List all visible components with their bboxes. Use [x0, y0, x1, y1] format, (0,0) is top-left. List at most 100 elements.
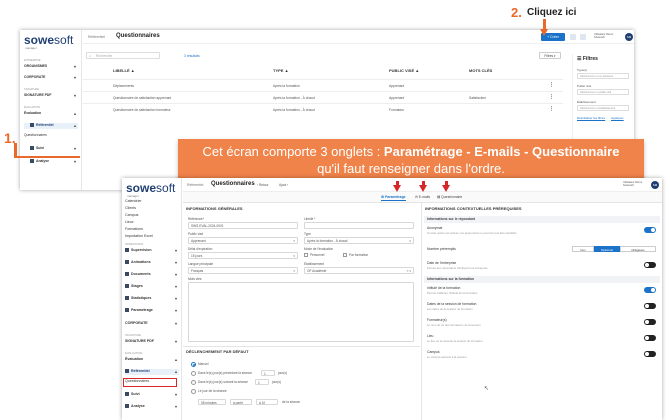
trigger-before-radio[interactable] — [191, 371, 196, 376]
sidebar-item-analyse[interactable]: Analyse ▾ — [125, 404, 179, 409]
sidebar-item-suivi[interactable]: Suivi ▾ — [24, 146, 78, 151]
chevron-down-icon: ▾ — [174, 321, 177, 326]
sidebar-item-evaluation[interactable]: Évaluation ▴ — [125, 357, 179, 362]
avatar[interactable]: SM — [651, 181, 659, 189]
public-select[interactable]: Apprenant ▾ — [188, 237, 298, 244]
tab-parametrage[interactable]: ⚙ Paramétrage — [381, 195, 406, 201]
formateur-toggle[interactable] — [644, 319, 656, 325]
anonymat-label: Anonymat — [427, 226, 443, 230]
table-row[interactable]: Déplacements Après la formation Apprenan… — [83, 79, 563, 91]
sidebar-item-supervision[interactable]: Supervision ▾ — [125, 248, 179, 253]
sidebar-item-signature[interactable]: SIGNATURE PDF ▾ — [24, 93, 78, 98]
filter-type-select[interactable]: Sélectionnez un ou plusieurs — [577, 73, 629, 79]
anonymat-toggle[interactable] — [644, 227, 656, 233]
segment-non[interactable]: Non — [572, 246, 594, 252]
sidebar-item-campus[interactable]: Campus — [125, 213, 179, 217]
sidebar-item-statistiques[interactable]: Statistiques ▾ — [125, 296, 179, 301]
avatar[interactable]: SM — [625, 33, 633, 41]
sidebar-item-suivi[interactable]: Suivi ▾ — [125, 392, 179, 397]
sidebar-section: Évaluation — [125, 351, 143, 355]
segment-optionnel[interactable]: Optionnel — [594, 246, 620, 252]
sidebar-item-parametrage[interactable]: Paramétrage ▾ — [125, 308, 179, 313]
bell-icon[interactable] — [580, 34, 586, 40]
time-start-select[interactable]: 08 minutes — [198, 399, 226, 405]
tab-questionnaire[interactable]: ▤ Questionnaire — [437, 195, 462, 199]
dates-toggle[interactable] — [644, 303, 656, 309]
row-label: Questionnaire de satisfaction formateur — [113, 108, 171, 112]
trigger-after-radio[interactable] — [191, 380, 196, 385]
search-input[interactable]: ⌕ Rechercher — [86, 52, 160, 59]
column-header-type[interactable]: TYPE ▲ — [273, 68, 289, 73]
app-logo[interactable]: sowesoft — [126, 181, 175, 195]
arrow-down-icon — [442, 185, 450, 192]
delai-select[interactable]: 15 jours ▾ — [188, 252, 298, 259]
filters-button[interactable]: Filtres ▾ — [539, 52, 561, 59]
sidebar-item-stages[interactable]: Stages ▾ — [125, 284, 179, 289]
sidebar-item-lieux[interactable]: Lieux — [125, 220, 179, 224]
sidebar-item-formations[interactable]: Formations — [125, 227, 179, 231]
breadcrumb[interactable]: Référentiel — [187, 183, 203, 187]
sidebar-item-clients[interactable]: Clients — [125, 206, 179, 210]
time-end-select[interactable]: à 10 — [256, 399, 278, 405]
sidebar-item-documents[interactable]: Documents ▾ — [125, 272, 179, 277]
reference-input[interactable]: SWS-EVAL-2024-0001 — [188, 222, 298, 229]
date-toggle[interactable] — [644, 262, 656, 268]
segment-obligatoire[interactable]: Obligatoire — [620, 246, 656, 252]
langue-select[interactable]: Français ▾ — [188, 267, 298, 274]
sidebar-item-import-excel[interactable]: Importation Excel — [125, 234, 179, 238]
lieu-toggle[interactable] — [644, 335, 656, 341]
sidebar-item-questionnaires[interactable]: Questionnaires — [24, 133, 78, 137]
table-row[interactable]: Questionnaire de satisfaction apprenant … — [83, 91, 563, 103]
more-vertical-icon[interactable]: ⋮ — [549, 82, 554, 88]
table-row[interactable]: Questionnaire de satisfaction formateur … — [83, 103, 563, 115]
mode-personnel-checkbox[interactable] — [304, 253, 308, 257]
campus-toggle[interactable] — [644, 351, 656, 357]
trigger-sameday-radio[interactable] — [191, 389, 196, 394]
column-header-public[interactable]: PUBLIC VISÉ ▲ — [389, 68, 419, 73]
tab-bar: ⚙ Paramétrage ✉ E-mails ▤ Questionnaire — [183, 192, 662, 203]
add-link[interactable]: Ajout › — [279, 183, 288, 187]
filter-public-select[interactable]: Sélectionnez un public visé — [577, 89, 629, 95]
trigger-before-days[interactable]: 1 — [261, 370, 275, 376]
motscles-textarea[interactable] — [188, 282, 414, 342]
sidebar-item-calendrier[interactable]: Calendrier — [125, 199, 179, 203]
back-link[interactable]: ‹ Retour — [257, 183, 269, 187]
trigger-after-days[interactable]: 1 — [255, 379, 269, 385]
sidebar-item-signature[interactable]: SIGNATURE PDF ▾ — [125, 339, 179, 344]
sidebar-item-corporate[interactable]: CORPORATE ▾ — [24, 75, 78, 80]
sidebar-item-animations[interactable]: Animations ▾ — [125, 260, 179, 265]
chevron-up-icon: ▴ — [73, 123, 76, 128]
column-header-keywords[interactable]: MOTS CLÉS — [469, 68, 492, 73]
more-vertical-icon[interactable]: ⋮ — [549, 94, 554, 100]
row-public: Formateur — [389, 108, 405, 112]
trigger-manual-radio[interactable] — [191, 362, 196, 367]
sidebar-item-questionnaires[interactable]: Questionnaires — [123, 378, 177, 387]
sidebar-section: Évaluation — [24, 106, 41, 109]
time-mode-select[interactable]: à partir — [230, 399, 252, 405]
tab-emails[interactable]: ✉ E-mails — [415, 195, 430, 199]
app-logo[interactable]: sowesoft — [24, 33, 73, 47]
grid-icon[interactable] — [570, 34, 576, 40]
sidebar-item-analyse[interactable]: Analyse ▾ — [24, 159, 78, 164]
close-icon[interactable]: × ▾ — [407, 269, 411, 273]
libelle-input[interactable] — [304, 222, 414, 229]
mode-formation-checkbox[interactable] — [343, 253, 347, 257]
sidebar-item-evaluation[interactable]: Évaluation ▴ — [24, 111, 78, 116]
sidebar-item-corporate[interactable]: CORPORATE ▾ — [125, 321, 179, 326]
sidebar-item-organismes[interactable]: ORGANISMES ▾ — [24, 64, 78, 69]
type-select[interactable]: Après la formation - À chaud ▾ — [304, 237, 414, 244]
more-vertical-icon[interactable]: ⋮ — [549, 106, 554, 112]
unit-label: jour(s) — [278, 371, 288, 375]
column-header-libelle[interactable]: LIBELLÉ ▲ — [113, 68, 135, 73]
sidebar-item-referentiel[interactable]: Référentiel ▴ — [24, 123, 78, 129]
sidebar-item-referentiel[interactable]: Référentiel ▴ — [125, 369, 179, 375]
nombre-label: Nombre préremplis — [427, 247, 456, 251]
chevron-up-icon: ▴ — [73, 111, 76, 116]
breadcrumb[interactable]: Référentiel — [88, 35, 105, 39]
reset-filters-link[interactable]: Réinitialiser les filtres — [577, 116, 605, 120]
chart-icon — [30, 159, 34, 163]
intitule-toggle[interactable] — [644, 287, 656, 293]
apply-filters-link[interactable]: Appliquer — [611, 116, 624, 120]
filter-etab-select[interactable]: Sélectionnez un établissement — [577, 105, 629, 111]
etab-select[interactable]: OF Académie × ▾ — [304, 267, 414, 274]
